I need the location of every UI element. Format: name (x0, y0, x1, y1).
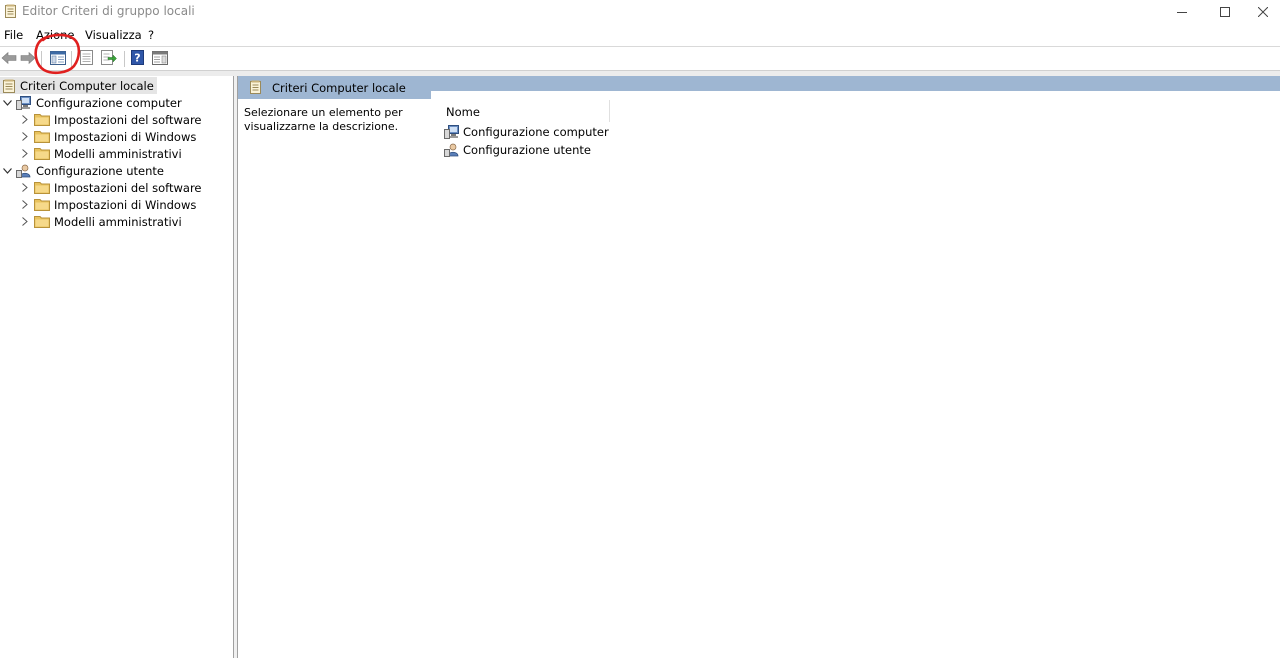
chevron-right-icon[interactable] (20, 183, 30, 193)
minimize-icon (1177, 7, 1187, 17)
tree-root-label: Criteri Computer locale (20, 78, 154, 93)
forward-icon (20, 51, 36, 68)
tree-item-impostazioni-software[interactable]: Impostazioni del software (20, 111, 202, 128)
back-icon (1, 51, 17, 68)
user-config-icon (16, 164, 32, 178)
help-icon: ? (131, 50, 145, 68)
back-button[interactable] (0, 50, 18, 68)
chevron-right-icon[interactable] (20, 217, 30, 227)
tree-item-modelli-amministrativi[interactable]: Modelli amministrativi (20, 145, 182, 162)
chevron-right-icon[interactable] (20, 149, 30, 159)
tree-label: Configurazione computer (36, 95, 182, 110)
folder-icon (34, 215, 50, 229)
list-item-configurazione-utente[interactable]: Configurazione utente (444, 142, 591, 158)
menu-bar: File Azione Visualizza ? (0, 26, 1280, 45)
column-header-divider[interactable] (609, 100, 610, 122)
toolbar: ? (0, 47, 1280, 70)
properties-icon (80, 50, 94, 68)
content-header-title: Criteri Computer locale (272, 81, 406, 95)
minimize-button[interactable] (1159, 0, 1205, 24)
close-icon (1257, 7, 1268, 17)
menu-azione[interactable]: Azione (36, 28, 75, 42)
properties-button[interactable] (78, 50, 96, 68)
folder-icon (34, 181, 50, 195)
chevron-right-icon[interactable] (20, 132, 30, 142)
list-item-label: Configurazione utente (463, 143, 591, 157)
gpedit-app-icon (5, 4, 17, 18)
chevron-down-icon[interactable] (2, 166, 12, 176)
show-hide-console-tree-button[interactable] (49, 50, 67, 68)
show-hide-action-pane-icon (152, 50, 168, 68)
details-pane[interactable]: Criteri Computer locale Selezionare un e… (238, 76, 1280, 658)
chevron-down-icon[interactable] (2, 98, 12, 108)
show-hide-action-pane-button[interactable] (151, 50, 169, 68)
menu-help[interactable]: ? (148, 28, 154, 42)
toolbar-separator (41, 51, 42, 67)
menu-visualizza[interactable]: Visualizza (85, 28, 142, 42)
export-list-icon (101, 50, 117, 68)
tree-label: Impostazioni di Windows (54, 197, 197, 212)
tree-label: Modelli amministrativi (54, 146, 182, 161)
policy-document-icon (250, 80, 262, 97)
tree-item-impostazioni-windows[interactable]: Impostazioni di Windows (20, 196, 196, 213)
tree-label: Impostazioni del software (54, 112, 202, 127)
content-header-tab: Criteri Computer locale (238, 76, 431, 99)
computer-config-icon (444, 125, 460, 139)
show-hide-console-tree-icon (50, 50, 66, 68)
folder-icon (34, 147, 50, 161)
tree-label: Configurazione utente (36, 163, 164, 178)
user-config-icon (444, 143, 460, 157)
toolbar-separator (71, 51, 72, 67)
gpedit-window: Editor Criteri di gruppo locali File Azi… (0, 0, 1280, 658)
list-item-configurazione-computer[interactable]: Configurazione computer (444, 124, 609, 140)
tree-item-impostazioni-software[interactable]: Impostazioni del software (20, 179, 202, 196)
tree-label: Impostazioni di Windows (54, 129, 197, 144)
tree-item-modelli-amministrativi[interactable]: Modelli amministrativi (20, 213, 182, 230)
tree-item-configurazione-computer[interactable]: Configurazione computer (2, 94, 182, 111)
list-item-label: Configurazione computer (463, 125, 609, 139)
menu-file[interactable]: File (4, 28, 23, 42)
tree-root-item[interactable]: Criteri Computer locale (0, 77, 157, 94)
window-title: Editor Criteri di gruppo locali (22, 4, 195, 18)
toolbar-separator (124, 51, 125, 67)
computer-config-icon (16, 95, 32, 110)
title-bar[interactable]: Editor Criteri di gruppo locali (0, 0, 1280, 24)
tree-item-configurazione-utente[interactable]: Configurazione utente (2, 162, 164, 179)
svg-text:?: ? (134, 52, 140, 65)
forward-button[interactable] (19, 50, 37, 68)
folder-icon (34, 113, 50, 127)
policy-document-icon (1, 79, 17, 93)
chevron-right-icon[interactable] (20, 115, 30, 125)
tree-label: Impostazioni del software (54, 180, 202, 195)
close-button[interactable] (1245, 0, 1280, 24)
tree-item-impostazioni-windows[interactable]: Impostazioni di Windows (20, 128, 196, 145)
description-text: Selezionare un elemento per visualizzarn… (244, 106, 403, 133)
chevron-right-icon[interactable] (20, 200, 30, 210)
maximize-icon (1220, 7, 1230, 17)
column-header-nome[interactable]: Nome (446, 105, 480, 119)
folder-icon (34, 130, 50, 144)
export-list-button[interactable] (100, 50, 118, 68)
tree-label: Modelli amministrativi (54, 214, 182, 229)
help-button[interactable]: ? (129, 50, 147, 68)
maximize-button[interactable] (1202, 0, 1248, 24)
folder-icon (34, 198, 50, 212)
